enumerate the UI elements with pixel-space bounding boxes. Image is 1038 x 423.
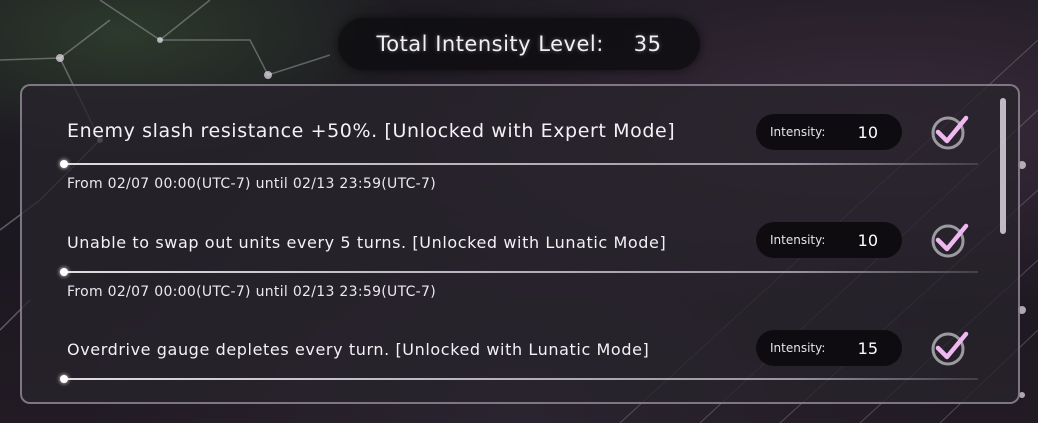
intensity-label: Intensity: xyxy=(770,341,826,355)
scrollbar[interactable] xyxy=(1000,98,1006,234)
condition-row: Unable to swap out units every 5 turns. … xyxy=(22,196,1002,304)
condition-period: From 02/07 00:00(UTC-7) until 02/13 23:5… xyxy=(67,284,437,300)
intensity-slider[interactable] xyxy=(60,268,978,276)
total-intensity-label: Total Intensity Level: xyxy=(376,32,604,56)
intensity-value: 15 xyxy=(857,338,878,358)
intensity-slider[interactable] xyxy=(60,160,978,168)
total-intensity-banner: Total Intensity Level: 35 xyxy=(338,18,700,70)
condition-description: Enemy slash resistance +50%. [Unlocked w… xyxy=(67,120,676,142)
intensity-slider[interactable] xyxy=(60,375,978,383)
condition-description: Overdrive gauge depletes every turn. [Un… xyxy=(67,340,650,359)
intensity-badge: Intensity: 15 xyxy=(756,330,902,366)
condition-description: Unable to swap out units every 5 turns. … xyxy=(67,233,667,252)
intensity-badge: Intensity: 10 xyxy=(756,114,902,150)
condition-row: Overdrive gauge depletes every turn. [Un… xyxy=(22,304,1002,402)
checkmark-icon[interactable] xyxy=(928,218,972,262)
intensity-value: 10 xyxy=(857,230,878,250)
slider-handle[interactable] xyxy=(60,160,68,168)
intensity-label: Intensity: xyxy=(770,125,826,139)
intensity-value: 10 xyxy=(857,122,878,142)
condition-period: From 02/07 00:00(UTC-7) until 02/13 23:5… xyxy=(67,176,437,192)
condition-row: Enemy slash resistance +50%. [Unlocked w… xyxy=(22,86,1002,196)
total-intensity-value: 35 xyxy=(633,32,662,56)
intensity-badge: Intensity: 10 xyxy=(756,222,902,258)
checkmark-icon[interactable] xyxy=(928,110,972,154)
slider-handle[interactable] xyxy=(60,375,68,383)
slider-handle[interactable] xyxy=(60,268,68,276)
checkmark-icon[interactable] xyxy=(928,326,972,370)
intensity-label: Intensity: xyxy=(770,233,826,247)
conditions-panel: Enemy slash resistance +50%. [Unlocked w… xyxy=(20,84,1020,404)
